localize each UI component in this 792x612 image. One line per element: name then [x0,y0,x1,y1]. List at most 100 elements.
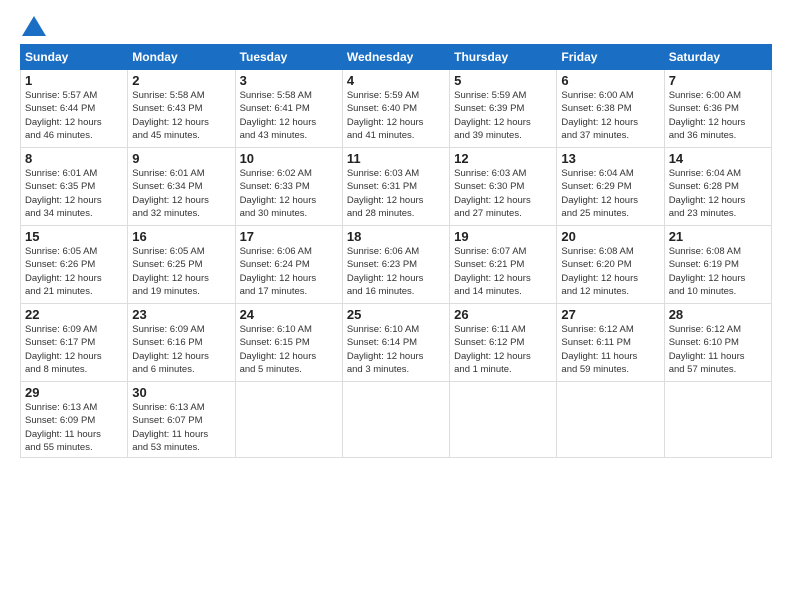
calendar-cell: 26Sunrise: 6:11 AM Sunset: 6:12 PM Dayli… [450,304,557,382]
calendar-cell: 18Sunrise: 6:06 AM Sunset: 6:23 PM Dayli… [342,226,449,304]
day-number: 4 [347,73,445,88]
calendar-week-row: 15Sunrise: 6:05 AM Sunset: 6:26 PM Dayli… [21,226,772,304]
day-number: 13 [561,151,659,166]
day-info: Sunrise: 6:06 AM Sunset: 6:23 PM Dayligh… [347,245,445,298]
day-header-friday: Friday [557,45,664,70]
day-info: Sunrise: 6:04 AM Sunset: 6:29 PM Dayligh… [561,167,659,220]
calendar-cell: 22Sunrise: 6:09 AM Sunset: 6:17 PM Dayli… [21,304,128,382]
calendar-cell: 25Sunrise: 6:10 AM Sunset: 6:14 PM Dayli… [342,304,449,382]
calendar-cell: 11Sunrise: 6:03 AM Sunset: 6:31 PM Dayli… [342,148,449,226]
day-info: Sunrise: 5:59 AM Sunset: 6:40 PM Dayligh… [347,89,445,142]
day-info: Sunrise: 6:08 AM Sunset: 6:19 PM Dayligh… [669,245,767,298]
calendar-cell: 29Sunrise: 6:13 AM Sunset: 6:09 PM Dayli… [21,382,128,458]
calendar-cell: 28Sunrise: 6:12 AM Sunset: 6:10 PM Dayli… [664,304,771,382]
day-number: 3 [240,73,338,88]
day-number: 26 [454,307,552,322]
day-info: Sunrise: 5:57 AM Sunset: 6:44 PM Dayligh… [25,89,123,142]
day-header-monday: Monday [128,45,235,70]
calendar-cell: 27Sunrise: 6:12 AM Sunset: 6:11 PM Dayli… [557,304,664,382]
day-info: Sunrise: 6:13 AM Sunset: 6:07 PM Dayligh… [132,401,230,454]
calendar-cell: 19Sunrise: 6:07 AM Sunset: 6:21 PM Dayli… [450,226,557,304]
calendar-cell: 8Sunrise: 6:01 AM Sunset: 6:35 PM Daylig… [21,148,128,226]
day-number: 2 [132,73,230,88]
day-number: 22 [25,307,123,322]
day-info: Sunrise: 6:02 AM Sunset: 6:33 PM Dayligh… [240,167,338,220]
day-header-sunday: Sunday [21,45,128,70]
calendar-cell: 15Sunrise: 6:05 AM Sunset: 6:26 PM Dayli… [21,226,128,304]
day-info: Sunrise: 6:09 AM Sunset: 6:16 PM Dayligh… [132,323,230,376]
calendar-cell: 30Sunrise: 6:13 AM Sunset: 6:07 PM Dayli… [128,382,235,458]
day-number: 30 [132,385,230,400]
calendar-week-row: 22Sunrise: 6:09 AM Sunset: 6:17 PM Dayli… [21,304,772,382]
day-number: 20 [561,229,659,244]
day-number: 7 [669,73,767,88]
logo-icon [22,16,46,36]
day-header-tuesday: Tuesday [235,45,342,70]
calendar-cell: 5Sunrise: 5:59 AM Sunset: 6:39 PM Daylig… [450,70,557,148]
calendar-cell [235,382,342,458]
day-number: 24 [240,307,338,322]
day-header-saturday: Saturday [664,45,771,70]
day-number: 28 [669,307,767,322]
day-info: Sunrise: 6:09 AM Sunset: 6:17 PM Dayligh… [25,323,123,376]
day-number: 8 [25,151,123,166]
day-info: Sunrise: 6:01 AM Sunset: 6:34 PM Dayligh… [132,167,230,220]
day-number: 1 [25,73,123,88]
calendar-week-row: 8Sunrise: 6:01 AM Sunset: 6:35 PM Daylig… [21,148,772,226]
calendar-cell: 24Sunrise: 6:10 AM Sunset: 6:15 PM Dayli… [235,304,342,382]
day-info: Sunrise: 6:04 AM Sunset: 6:28 PM Dayligh… [669,167,767,220]
day-number: 11 [347,151,445,166]
calendar-cell: 23Sunrise: 6:09 AM Sunset: 6:16 PM Dayli… [128,304,235,382]
day-number: 9 [132,151,230,166]
logo [20,16,46,36]
day-number: 15 [25,229,123,244]
calendar-cell [557,382,664,458]
calendar-cell: 17Sunrise: 6:06 AM Sunset: 6:24 PM Dayli… [235,226,342,304]
day-info: Sunrise: 6:05 AM Sunset: 6:25 PM Dayligh… [132,245,230,298]
calendar-cell [664,382,771,458]
day-info: Sunrise: 6:01 AM Sunset: 6:35 PM Dayligh… [25,167,123,220]
day-number: 16 [132,229,230,244]
day-number: 6 [561,73,659,88]
day-number: 29 [25,385,123,400]
calendar-cell: 16Sunrise: 6:05 AM Sunset: 6:25 PM Dayli… [128,226,235,304]
day-number: 25 [347,307,445,322]
day-number: 19 [454,229,552,244]
calendar-cell: 10Sunrise: 6:02 AM Sunset: 6:33 PM Dayli… [235,148,342,226]
day-info: Sunrise: 6:07 AM Sunset: 6:21 PM Dayligh… [454,245,552,298]
calendar-cell: 13Sunrise: 6:04 AM Sunset: 6:29 PM Dayli… [557,148,664,226]
calendar-cell: 7Sunrise: 6:00 AM Sunset: 6:36 PM Daylig… [664,70,771,148]
day-number: 14 [669,151,767,166]
day-info: Sunrise: 6:13 AM Sunset: 6:09 PM Dayligh… [25,401,123,454]
day-info: Sunrise: 6:08 AM Sunset: 6:20 PM Dayligh… [561,245,659,298]
calendar-cell [450,382,557,458]
day-info: Sunrise: 5:59 AM Sunset: 6:39 PM Dayligh… [454,89,552,142]
day-info: Sunrise: 6:05 AM Sunset: 6:26 PM Dayligh… [25,245,123,298]
day-info: Sunrise: 6:00 AM Sunset: 6:36 PM Dayligh… [669,89,767,142]
calendar-cell: 6Sunrise: 6:00 AM Sunset: 6:38 PM Daylig… [557,70,664,148]
calendar-cell: 21Sunrise: 6:08 AM Sunset: 6:19 PM Dayli… [664,226,771,304]
calendar-cell: 4Sunrise: 5:59 AM Sunset: 6:40 PM Daylig… [342,70,449,148]
calendar-week-row: 29Sunrise: 6:13 AM Sunset: 6:09 PM Dayli… [21,382,772,458]
day-info: Sunrise: 6:03 AM Sunset: 6:31 PM Dayligh… [347,167,445,220]
calendar-cell: 12Sunrise: 6:03 AM Sunset: 6:30 PM Dayli… [450,148,557,226]
day-number: 5 [454,73,552,88]
calendar-cell: 20Sunrise: 6:08 AM Sunset: 6:20 PM Dayli… [557,226,664,304]
day-number: 10 [240,151,338,166]
calendar-header-row: SundayMondayTuesdayWednesdayThursdayFrid… [21,45,772,70]
day-number: 23 [132,307,230,322]
day-header-wednesday: Wednesday [342,45,449,70]
calendar-table: SundayMondayTuesdayWednesdayThursdayFrid… [20,44,772,458]
calendar-cell: 1Sunrise: 5:57 AM Sunset: 6:44 PM Daylig… [21,70,128,148]
calendar-cell [342,382,449,458]
day-info: Sunrise: 6:03 AM Sunset: 6:30 PM Dayligh… [454,167,552,220]
day-number: 17 [240,229,338,244]
calendar-cell: 3Sunrise: 5:58 AM Sunset: 6:41 PM Daylig… [235,70,342,148]
day-info: Sunrise: 6:06 AM Sunset: 6:24 PM Dayligh… [240,245,338,298]
day-info: Sunrise: 6:10 AM Sunset: 6:15 PM Dayligh… [240,323,338,376]
day-info: Sunrise: 6:12 AM Sunset: 6:11 PM Dayligh… [561,323,659,376]
day-number: 21 [669,229,767,244]
day-info: Sunrise: 5:58 AM Sunset: 6:41 PM Dayligh… [240,89,338,142]
day-number: 12 [454,151,552,166]
day-info: Sunrise: 6:12 AM Sunset: 6:10 PM Dayligh… [669,323,767,376]
